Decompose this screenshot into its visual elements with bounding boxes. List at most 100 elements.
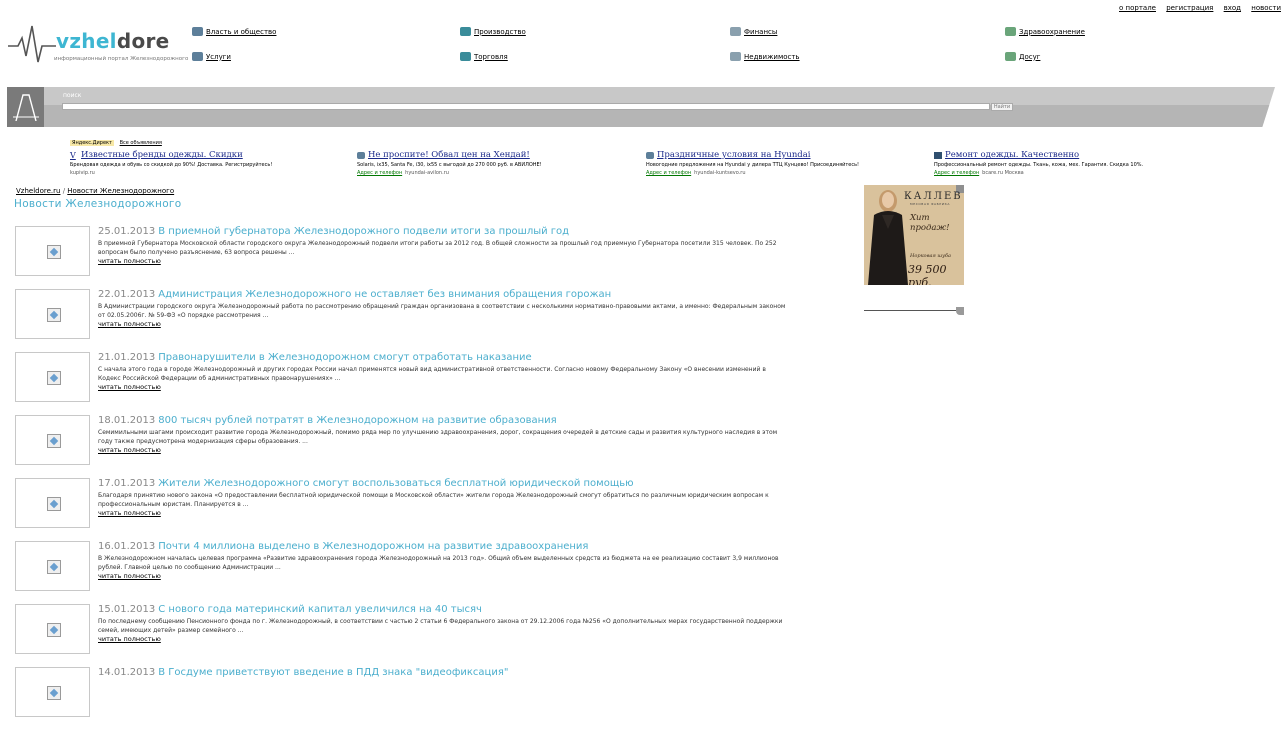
banner-brand: КАЛЛЕВ (904, 191, 963, 202)
news-description: Благодаря принятию нового закона «О пред… (98, 492, 769, 508)
ad-block: Не проспите! Обвал цен на Хендай! Solari… (357, 150, 637, 176)
news-item: 14.01.2013 В Госдуме приветствуют введени… (15, 667, 795, 730)
ad-address-link[interactable]: Адрес и телефон (646, 170, 691, 176)
category-item-finance[interactable]: Финансы (730, 27, 777, 36)
top-link-login[interactable]: вход (1224, 4, 1241, 12)
shirt-favicon-icon (934, 151, 942, 159)
ad-address-link[interactable]: Адрес и телефон (934, 170, 979, 176)
category-link[interactable]: Финансы (744, 28, 777, 36)
news-date: 17.01.2013 (98, 478, 156, 489)
site-logo[interactable]: vzheldore информационный портал Железнод… (8, 22, 188, 66)
search-input[interactable] (62, 103, 990, 110)
news-thumbnail[interactable] (15, 226, 90, 276)
news-thumbnail[interactable] (15, 289, 90, 339)
shopping-bag-icon (460, 52, 471, 61)
news-title-link[interactable]: Администрация Железнодорожного не оставл… (158, 289, 611, 300)
ad-block: Ремонт одежды. Качественно Профессиональ… (934, 150, 1214, 176)
car-favicon-icon (646, 151, 654, 159)
ad-title-link[interactable]: Праздничные условия на Hyundai (646, 150, 926, 160)
category-item-services[interactable]: Услуги (192, 52, 231, 61)
read-more-link[interactable]: читать полностью (98, 383, 788, 391)
broken-image-icon (47, 560, 61, 574)
news-thumbnail[interactable] (15, 478, 90, 528)
ad-address-link[interactable]: Адрес и телефон (357, 170, 402, 176)
divider-corner (956, 307, 964, 315)
news-description: В Железнодорожном началась целевая прогр… (98, 555, 779, 571)
news-title-link[interactable]: С нового года материнский капитал увелич… (158, 604, 482, 615)
category-link[interactable]: Производство (474, 28, 526, 36)
read-more-link[interactable]: читать полностью (98, 572, 788, 580)
read-more-link[interactable]: читать полностью (98, 446, 788, 454)
read-more-link[interactable]: читать полностью (98, 509, 788, 517)
category-link[interactable]: Здравоохранение (1019, 28, 1085, 36)
category-item-power[interactable]: Власть и общество (192, 27, 276, 36)
news-thumbnail[interactable] (15, 541, 90, 591)
news-heading: 25.01.2013 В приемной губернатора Железно… (98, 226, 788, 238)
news-heading: 18.01.2013 800 тысяч рублей потратят в Же… (98, 415, 788, 427)
page-title: Новости Железнодорожного (14, 198, 182, 210)
category-item-trade[interactable]: Торговля (460, 52, 508, 61)
all-ads-link[interactable]: Все объявления (120, 140, 162, 146)
news-text: 18.01.2013 800 тысяч рублей потратят в Же… (98, 415, 788, 454)
ad-url: Адрес и телефон hyundai-avilon.ru (357, 170, 449, 176)
category-link[interactable]: Торговля (474, 53, 508, 61)
news-date: 16.01.2013 (98, 541, 156, 552)
medical-icon (1005, 27, 1016, 36)
ad-title-link[interactable]: Не проспите! Обвал цен на Хендай! (357, 150, 637, 160)
read-more-link[interactable]: читать полностью (98, 320, 788, 328)
broken-image-icon (47, 308, 61, 322)
category-item-realty[interactable]: Недвижимость (730, 52, 800, 61)
breadcrumb-current[interactable]: Новости Железнодорожного (67, 187, 174, 195)
broken-image-icon (47, 497, 61, 511)
category-item-production[interactable]: Производство (460, 27, 526, 36)
ad-url: kupivip.ru (70, 170, 95, 176)
news-description: Семимильными шагами происходит развитие … (98, 429, 778, 445)
news-text: 25.01.2013 В приемной губернатора Железно… (98, 226, 788, 265)
search-button[interactable]: Найти (991, 103, 1013, 111)
category-link[interactable]: Власть и общество (206, 28, 276, 36)
search-bar: поиск Найти (7, 87, 1275, 127)
category-link[interactable]: Досуг (1019, 53, 1040, 61)
v-favicon-icon: V (70, 150, 76, 160)
category-item-leisure[interactable]: Досуг (1005, 52, 1040, 61)
top-link-news[interactable]: новости (1251, 4, 1281, 12)
ad-title-link[interactable]: Ремонт одежды. Качественно (934, 150, 1214, 160)
top-link-about[interactable]: о портале (1119, 4, 1156, 12)
banner-hit: Хит продаж! (910, 213, 950, 233)
breadcrumb-home[interactable]: Vzheldore.ru (16, 187, 60, 195)
read-more-link[interactable]: читать полностью (98, 257, 788, 265)
ad-title-link[interactable]: V Известные бренды одежды. Скидки (70, 150, 350, 160)
news-title-link[interactable]: Почти 4 миллиона выделено в Железнодорож… (158, 541, 588, 552)
news-heading: 14.01.2013 В Госдуме приветствуют введени… (98, 667, 788, 679)
sidebar-widget-divider (864, 307, 964, 315)
news-text: 22.01.2013 Администрация Железнодорожного… (98, 289, 788, 328)
news-title-link[interactable]: В приемной губернатора Железнодорожного … (158, 226, 569, 237)
broken-image-icon (47, 245, 61, 259)
news-text: 15.01.2013 С нового года материнский капи… (98, 604, 788, 643)
news-thumbnail[interactable] (15, 667, 90, 717)
yandex-direct-badge[interactable]: Яндекс.Директ (70, 140, 114, 146)
news-item: 16.01.2013 Почти 4 миллиона выделено в Же… (15, 541, 795, 604)
factory-icon (460, 27, 471, 36)
news-thumbnail[interactable] (15, 415, 90, 465)
news-title-link[interactable]: 800 тысяч рублей потратят в Железнодорож… (158, 415, 556, 426)
news-title-link[interactable]: Жители Железнодорожного смогут воспользо… (158, 478, 633, 489)
news-description: По последнему сообщению Пенсионного фонд… (98, 618, 783, 634)
search-road-icon (7, 87, 44, 127)
read-more-link[interactable]: читать полностью (98, 635, 788, 643)
news-title-link[interactable]: В Госдуме приветствуют введение в ПДД зн… (158, 667, 508, 678)
fur-coat-banner[interactable]: КАЛЛЕВ МЕХОВАЯ ФАБРИКА Хит продаж! Норко… (864, 185, 964, 285)
news-thumbnail[interactable] (15, 604, 90, 654)
category-item-health[interactable]: Здравоохранение (1005, 27, 1085, 36)
news-thumbnail[interactable] (15, 352, 90, 402)
category-link[interactable]: Недвижимость (744, 53, 800, 61)
top-link-register[interactable]: регистрация (1166, 4, 1213, 12)
news-description: В Администрации городского округа Железн… (98, 303, 786, 319)
news-item: 18.01.2013 800 тысяч рублей потратят в Же… (15, 415, 795, 478)
news-list: 25.01.2013 В приемной губернатора Железно… (15, 226, 795, 730)
building-icon (192, 27, 203, 36)
news-item: 15.01.2013 С нового года материнский капи… (15, 604, 795, 667)
ad-url: Адрес и телефон hyundai-kuntsevo.ru (646, 170, 746, 176)
category-link[interactable]: Услуги (206, 53, 231, 61)
news-title-link[interactable]: Правонарушители в Железнодорожном смогут… (158, 352, 531, 363)
